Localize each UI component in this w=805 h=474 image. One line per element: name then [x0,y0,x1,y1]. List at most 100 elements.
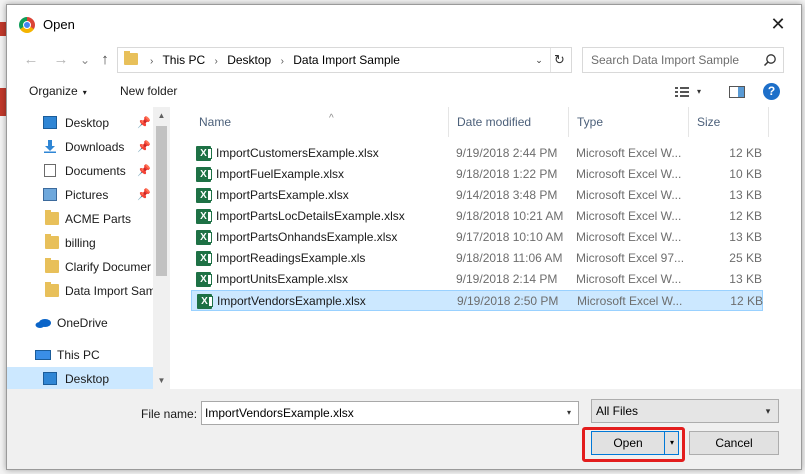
cancel-button[interactable]: Cancel [689,431,779,455]
file-size: 12 KB [729,146,762,160]
breadcrumb-separator[interactable]: › [281,56,284,67]
file-row[interactable]: X ImportPartsOnhandsExample.xlsx 9/17/20… [191,227,763,248]
column-header-label: Name [199,115,232,129]
sidebar-item-label: Downloads [65,140,125,154]
sidebar-item-this-pc[interactable]: This PC [7,343,153,367]
column-header-type[interactable]: Type [569,107,689,137]
breadcrumb-data-import-sample[interactable]: Data Import Sample [293,53,400,67]
address-bar[interactable]: › This PC › Desktop › Data Import Sample… [117,47,572,73]
file-row[interactable]: X ImportFuelExample.xlsx 9/18/2018 1:22 … [191,164,763,185]
column-header-date-modified[interactable]: Date modified [449,107,569,137]
up-button[interactable]: ↑ [95,49,115,71]
file-name-field[interactable]: ImportVendorsExample.xlsx ▾ [201,401,579,425]
scroll-up-button[interactable]: ▲ [153,107,170,124]
sidebar-item-desktop[interactable]: Desktop [7,367,153,389]
organize-button[interactable]: Organize ▾ [29,84,87,98]
file-type: Microsoft Excel W... [577,294,683,308]
file-name: ImportReadingsExample.xls [216,251,366,265]
close-button[interactable]: ✕ [763,11,793,37]
file-size: 13 KB [729,230,762,244]
sidebar-item-billing[interactable]: billing [7,231,153,255]
file-name-value: ImportVendorsExample.xlsx [205,406,354,420]
open-button[interactable]: Open ▾ [591,431,679,455]
file-name-label: File name: [141,407,198,421]
file-size: 25 KB [729,251,762,265]
excel-file-icon: X [196,167,212,182]
file-type-filter-select[interactable]: All Files ▾ [591,399,779,423]
file-size: 12 KB [730,294,763,308]
pictures-icon [43,188,57,201]
sidebar-item-acme-parts[interactable]: ACME Parts [7,207,153,231]
sidebar-item-label: Desktop [65,116,110,130]
sidebar-item-documents[interactable]: Documents 📌 [7,159,153,183]
file-row-selected[interactable]: X ImportVendorsExample.xlsx 9/19/2018 2:… [191,290,763,311]
chevron-down-icon: ▾ [82,88,87,97]
open-button-label[interactable]: Open [592,432,664,454]
file-type: Microsoft Excel W... [576,209,682,223]
sidebar-item-pictures[interactable]: Pictures 📌 [7,183,153,207]
open-options-dropdown[interactable]: ▾ [664,432,678,454]
search-icon[interactable] [763,53,777,67]
chrome-icon [19,17,35,33]
breadcrumb-this-pc[interactable]: This PC [162,53,205,67]
refresh-button[interactable]: ↻ [550,48,568,72]
folder-icon [45,282,59,297]
file-type: Microsoft Excel W... [576,146,682,160]
excel-file-icon: X [196,230,212,245]
file-type: Microsoft Excel W... [576,188,682,202]
view-options-dropdown[interactable]: ▾ [697,84,701,100]
file-date: 9/14/2018 3:48 PM [456,188,558,202]
chevron-down-icon: ▾ [765,406,771,416]
chevron-down-icon[interactable]: ▾ [561,402,577,424]
documents-icon [44,164,56,177]
sidebar-item-data-import-sample[interactable]: Data Import Sam [7,279,153,303]
forward-button[interactable]: → [51,49,71,71]
desktop-icon [43,116,57,129]
this-pc-icon [35,350,51,360]
column-header-name[interactable]: Name ^ [191,107,449,137]
recent-locations-button[interactable]: ⌄ [75,49,95,71]
pin-icon: 📌 [137,141,151,153]
folder-icon [45,258,59,273]
change-view-icon[interactable] [675,86,689,98]
folder-icon [124,51,138,65]
pin-icon: 📌 [137,117,151,129]
scrollbar-thumb[interactable] [156,126,167,276]
sidebar-item-label: This PC [57,348,100,362]
file-date: 9/19/2018 2:14 PM [456,272,558,286]
folder-icon [45,234,59,249]
footer-panel: File name: ImportVendorsExample.xlsx ▾ A… [7,389,801,469]
breadcrumb: › This PC › Desktop › Data Import Sample [144,48,400,72]
file-date: 9/19/2018 2:44 PM [456,146,558,160]
address-dropdown-button[interactable]: ⌄ [531,48,547,72]
file-name: ImportCustomersExample.xlsx [216,146,379,160]
sidebar-item-desktop-quick[interactable]: Desktop 📌 [7,111,153,135]
file-row[interactable]: X ImportUnitsExample.xlsx 9/19/2018 2:14… [191,269,763,290]
breadcrumb-separator[interactable]: › [215,56,218,67]
excel-file-icon: X [196,146,212,161]
new-folder-button[interactable]: New folder [120,84,177,98]
sidebar-item-onedrive[interactable]: OneDrive [7,311,153,335]
file-date: 9/19/2018 2:50 PM [457,294,559,308]
sidebar-item-downloads[interactable]: Downloads 📌 [7,135,153,159]
preview-pane-icon[interactable] [729,86,745,98]
back-button[interactable]: ← [21,49,41,71]
window-title: Open [43,17,75,32]
sidebar-item-clarify-documents[interactable]: Clarify Documer [7,255,153,279]
sidebar-item-label: billing [65,236,96,250]
file-type: Microsoft Excel W... [576,167,682,181]
sidebar-item-label: Pictures [65,188,109,202]
scroll-down-button[interactable]: ▼ [153,372,170,389]
column-header-size[interactable]: Size [689,107,769,137]
file-row[interactable]: X ImportPartsLocDetailsExample.xlsx 9/18… [191,206,763,227]
sidebar-item-label: OneDrive [57,316,108,330]
file-row[interactable]: X ImportCustomersExample.xlsx 9/19/2018 … [191,143,763,164]
downloads-icon [44,140,56,153]
search-input[interactable]: Search Data Import Sample [582,47,784,73]
file-row[interactable]: X ImportReadingsExample.xls 9/18/2018 11… [191,248,763,269]
file-row[interactable]: X ImportPartsExample.xlsx 9/14/2018 3:48… [191,185,763,206]
breadcrumb-desktop[interactable]: Desktop [227,53,271,67]
help-icon[interactable]: ? [763,83,780,100]
command-bar: Organize ▾ New folder ▾ ? [7,77,801,107]
navigation-scrollbar[interactable]: ▲ ▼ [153,107,170,389]
